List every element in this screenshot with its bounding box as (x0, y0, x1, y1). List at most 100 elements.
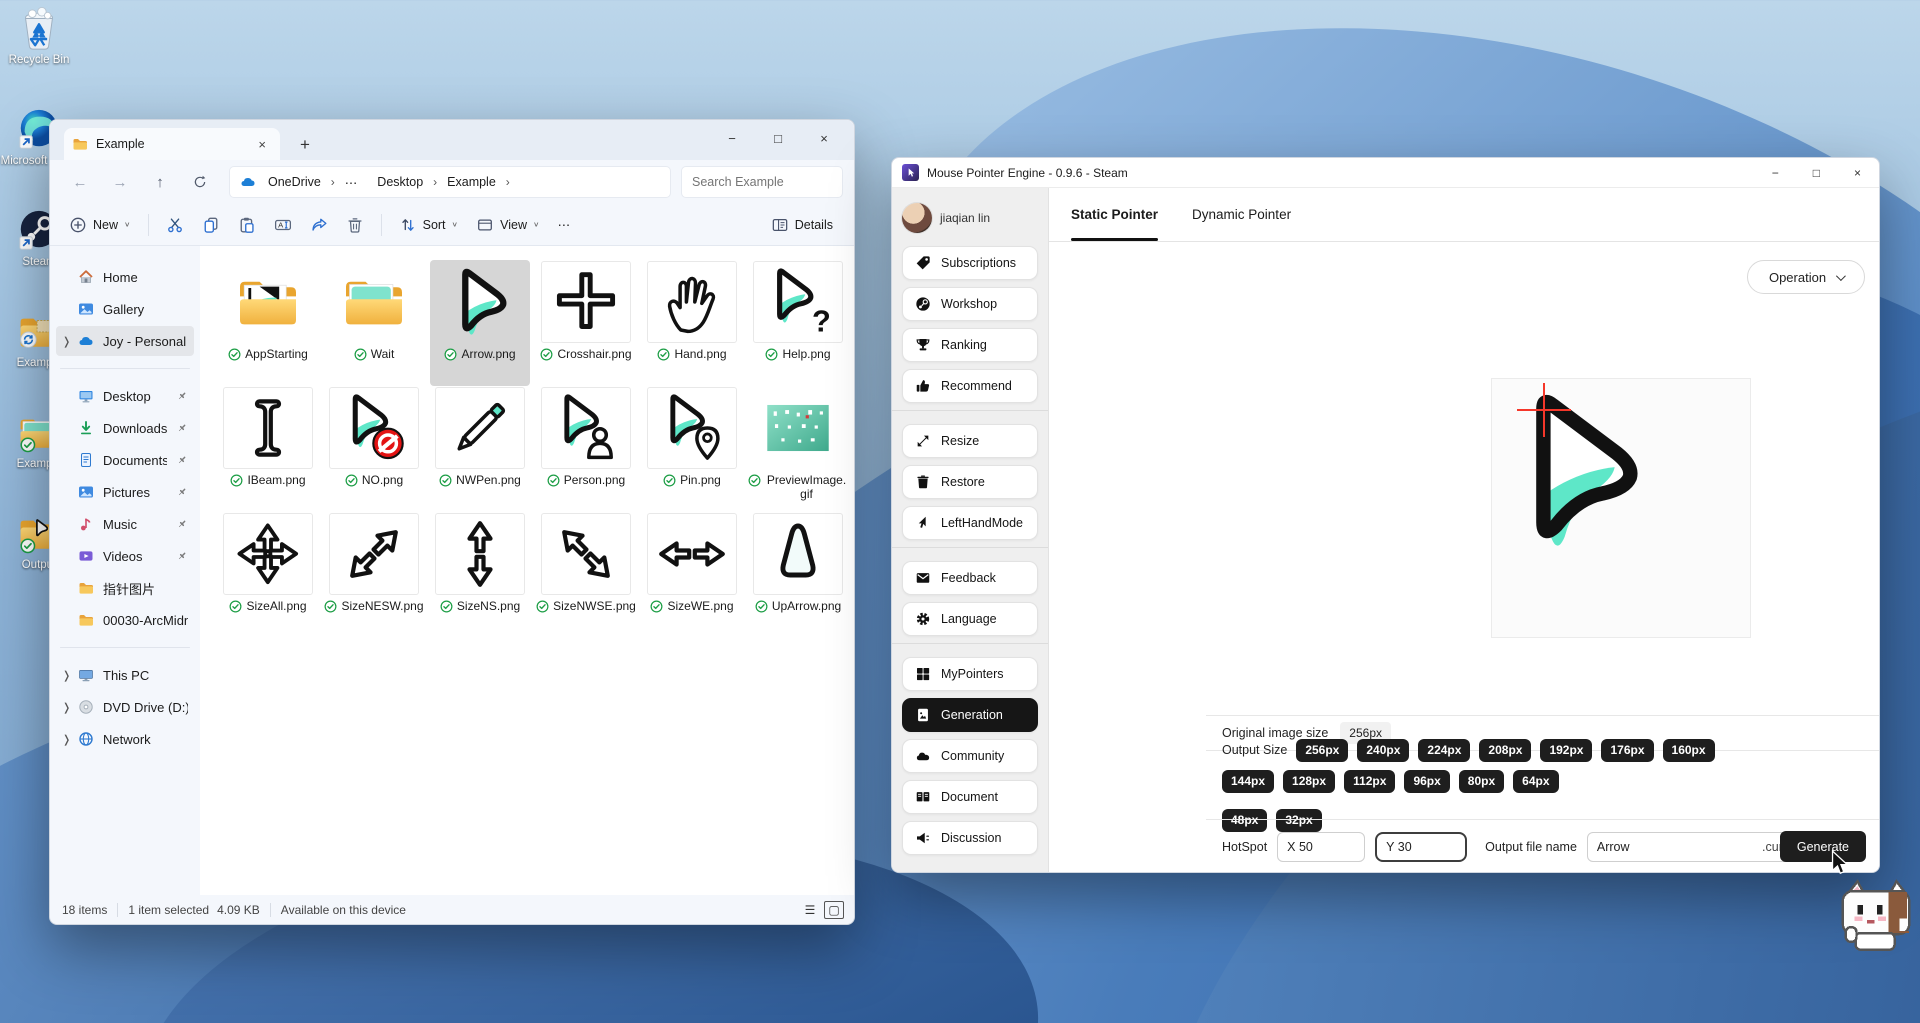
new-button[interactable]: New ∨ (60, 210, 140, 240)
sidebar-item[interactable]: Desktop (56, 381, 194, 411)
breadcrumb-item[interactable]: Example (441, 172, 502, 192)
sidebar-item[interactable]: Home (56, 262, 194, 292)
output-size-chip[interactable]: 64px (1513, 769, 1559, 793)
sort-button[interactable]: Sort ∨ (390, 210, 468, 240)
search-box[interactable] (682, 167, 842, 197)
sidebar-button[interactable] (892, 643, 1048, 644)
copy-button[interactable] (193, 210, 229, 240)
file-tile[interactable]: IBeam.png (218, 386, 318, 512)
sidebar-button[interactable]: Workshop (902, 287, 1038, 321)
close-button[interactable]: × (814, 131, 834, 146)
sidebar-button[interactable]: Recommend (902, 369, 1038, 403)
file-tile[interactable]: Hand.png (642, 260, 742, 386)
output-size-chip[interactable]: 224px (1418, 738, 1471, 762)
refresh-button[interactable] (182, 167, 218, 197)
file-tile[interactable]: NWPen.png (430, 386, 530, 512)
output-size-chip[interactable]: 208px (1479, 738, 1532, 762)
details-button[interactable]: Details (762, 210, 842, 240)
sidebar-button[interactable] (892, 410, 1048, 411)
close-button[interactable]: × (1854, 166, 1861, 180)
sidebar-item[interactable]: ❭ Network (56, 724, 194, 754)
generate-button[interactable]: Generate (1779, 831, 1866, 862)
output-size-chip[interactable]: 192px (1540, 738, 1593, 762)
sidebar-item[interactable]: ❭ Joy - Personal (56, 326, 194, 356)
output-size-chip[interactable]: 112px (1344, 769, 1396, 793)
sidebar-item[interactable]: Documents (56, 445, 194, 475)
sidebar-item[interactable]: 指针图片 (56, 573, 194, 603)
sidebar-button[interactable]: LeftHandMode (902, 506, 1038, 540)
file-tile[interactable]: PreviewImage.gif (748, 386, 848, 512)
sidebar-item[interactable]: Videos (56, 541, 194, 571)
file-tile[interactable]: Crosshair.png (536, 260, 636, 386)
sidebar-item[interactable]: 00030-ArcMidnight (56, 605, 194, 635)
chevron-right-icon[interactable]: ❭ (62, 669, 71, 682)
file-tile[interactable]: SizeWE.png (642, 512, 742, 638)
output-file-field[interactable]: .cur (1586, 831, 1793, 862)
more-options-button[interactable]: ⋯ (549, 211, 580, 238)
sidebar-button[interactable]: MyPointers (902, 657, 1038, 691)
sidebar-item[interactable]: Pictures (56, 477, 194, 507)
output-size-chip[interactable]: 80px (1458, 769, 1505, 793)
sidebar-button[interactable]: Discussion (902, 821, 1038, 855)
list-view-button[interactable]: ☰ (800, 901, 820, 919)
sidebar-item[interactable]: ❭ DVD Drive (D:) Win (56, 692, 194, 722)
file-tile[interactable]: Arrow.png (430, 260, 530, 386)
minimize-button[interactable]: − (1772, 166, 1779, 180)
sidebar-button[interactable]: Restore (902, 465, 1038, 499)
maximize-button[interactable]: □ (768, 131, 788, 146)
desktop-icon[interactable]: Recycle Bin (0, 6, 78, 67)
file-tile[interactable]: SizeAll.png (218, 512, 318, 638)
file-tile[interactable]: AppStarting (218, 260, 318, 386)
sidebar-button[interactable]: Language (902, 602, 1038, 636)
minimize-button[interactable]: − (722, 131, 742, 146)
sidebar-item[interactable]: Music (56, 509, 194, 539)
file-tile[interactable]: SizeNS.png (430, 512, 530, 638)
view-button[interactable]: View ∨ (467, 210, 548, 240)
file-tile[interactable]: UpArrow.png (748, 512, 848, 638)
share-button[interactable] (301, 210, 337, 240)
file-tile[interactable]: Person.png (536, 386, 636, 512)
breadcrumb-item[interactable]: ⋯ (339, 172, 364, 193)
pointer-tab[interactable]: Static Pointer (1071, 188, 1159, 241)
sidebar-item[interactable] (60, 368, 190, 369)
user-profile[interactable]: jiaqian lin (892, 198, 1048, 238)
pointer-tab[interactable]: Dynamic Pointer (1192, 188, 1291, 241)
up-button[interactable]: ↑ (142, 167, 178, 197)
file-tile[interactable]: Help.png (748, 260, 848, 386)
pointer-preview-panel[interactable] (1491, 378, 1751, 638)
sidebar-button[interactable]: Resize (902, 424, 1038, 458)
file-tile[interactable]: SizeNWSE.png (536, 512, 636, 638)
sidebar-item[interactable] (60, 647, 190, 648)
operation-dropdown[interactable]: Operation (1747, 260, 1865, 294)
sidebar-button[interactable]: Feedback (902, 561, 1038, 595)
sidebar-item[interactable]: ❭ This PC (56, 660, 194, 690)
file-tile[interactable]: NO.png (324, 386, 424, 512)
sidebar-item[interactable]: Gallery (56, 294, 194, 324)
output-size-chip[interactable]: 256px (1296, 738, 1349, 762)
sidebar-button[interactable]: Document (902, 780, 1038, 814)
explorer-tab[interactable]: Example × (64, 128, 280, 160)
chevron-right-icon[interactable]: ❭ (62, 335, 71, 348)
breadcrumb-item[interactable]: OneDrive (262, 172, 327, 192)
sidebar-button[interactable]: Ranking (902, 328, 1038, 362)
new-tab-button[interactable]: + (294, 130, 316, 160)
chevron-right-icon[interactable]: ❭ (62, 733, 71, 746)
sidebar-item[interactable]: Downloads (56, 413, 194, 443)
file-tile[interactable]: Pin.png (642, 386, 742, 512)
cut-button[interactable] (157, 210, 193, 240)
output-file-input[interactable] (1596, 839, 1763, 854)
tab-close-icon[interactable]: × (252, 137, 272, 152)
delete-button[interactable] (337, 210, 373, 240)
paste-button[interactable] (229, 210, 265, 240)
sidebar-button[interactable]: Community (902, 739, 1038, 773)
file-tile[interactable]: SizeNESW.png (324, 512, 424, 638)
search-input[interactable] (692, 175, 832, 189)
sidebar-button[interactable]: Subscriptions (902, 246, 1038, 280)
output-size-chip[interactable]: 96px (1404, 769, 1450, 793)
output-size-chip[interactable]: 176px (1601, 738, 1654, 762)
sidebar-button[interactable] (892, 547, 1048, 548)
forward-button[interactable]: → (102, 167, 138, 197)
back-button[interactable]: ← (62, 167, 98, 197)
hotspot-x-input[interactable] (1287, 839, 1356, 854)
output-size-chip[interactable]: 144px (1222, 769, 1275, 793)
